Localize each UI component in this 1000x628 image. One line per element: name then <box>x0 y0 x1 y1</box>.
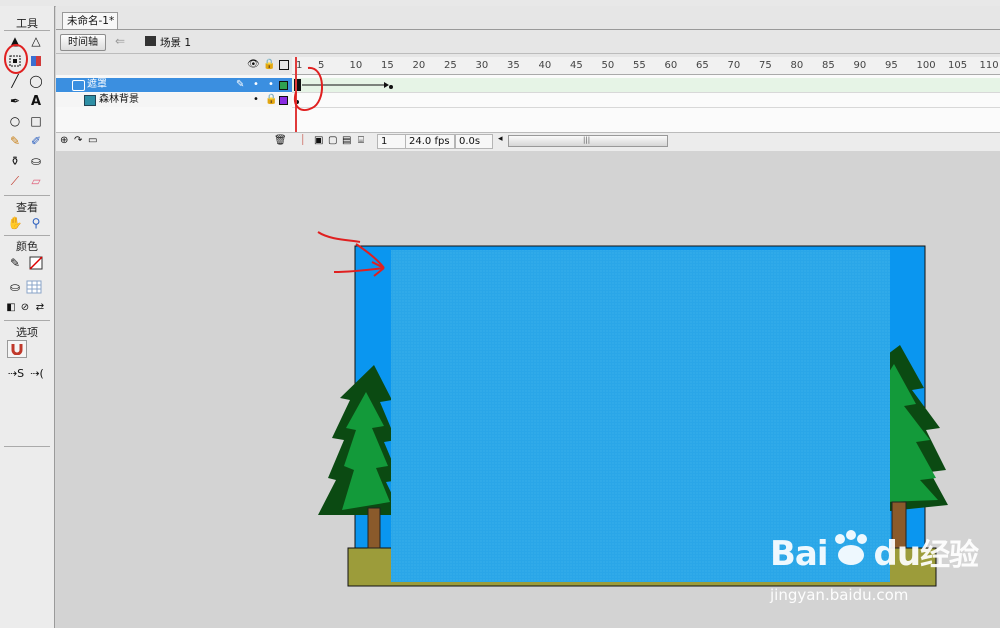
wm-jingyan: 经验 <box>920 538 979 573</box>
wm-bai: Bai <box>770 534 829 574</box>
baidu-watermark-logo: Bai du经验 <box>770 530 979 574</box>
paw-icon <box>828 530 874 569</box>
wm-du: du <box>873 534 922 574</box>
baidu-watermark-url: jingyan.baidu.com <box>770 586 909 604</box>
